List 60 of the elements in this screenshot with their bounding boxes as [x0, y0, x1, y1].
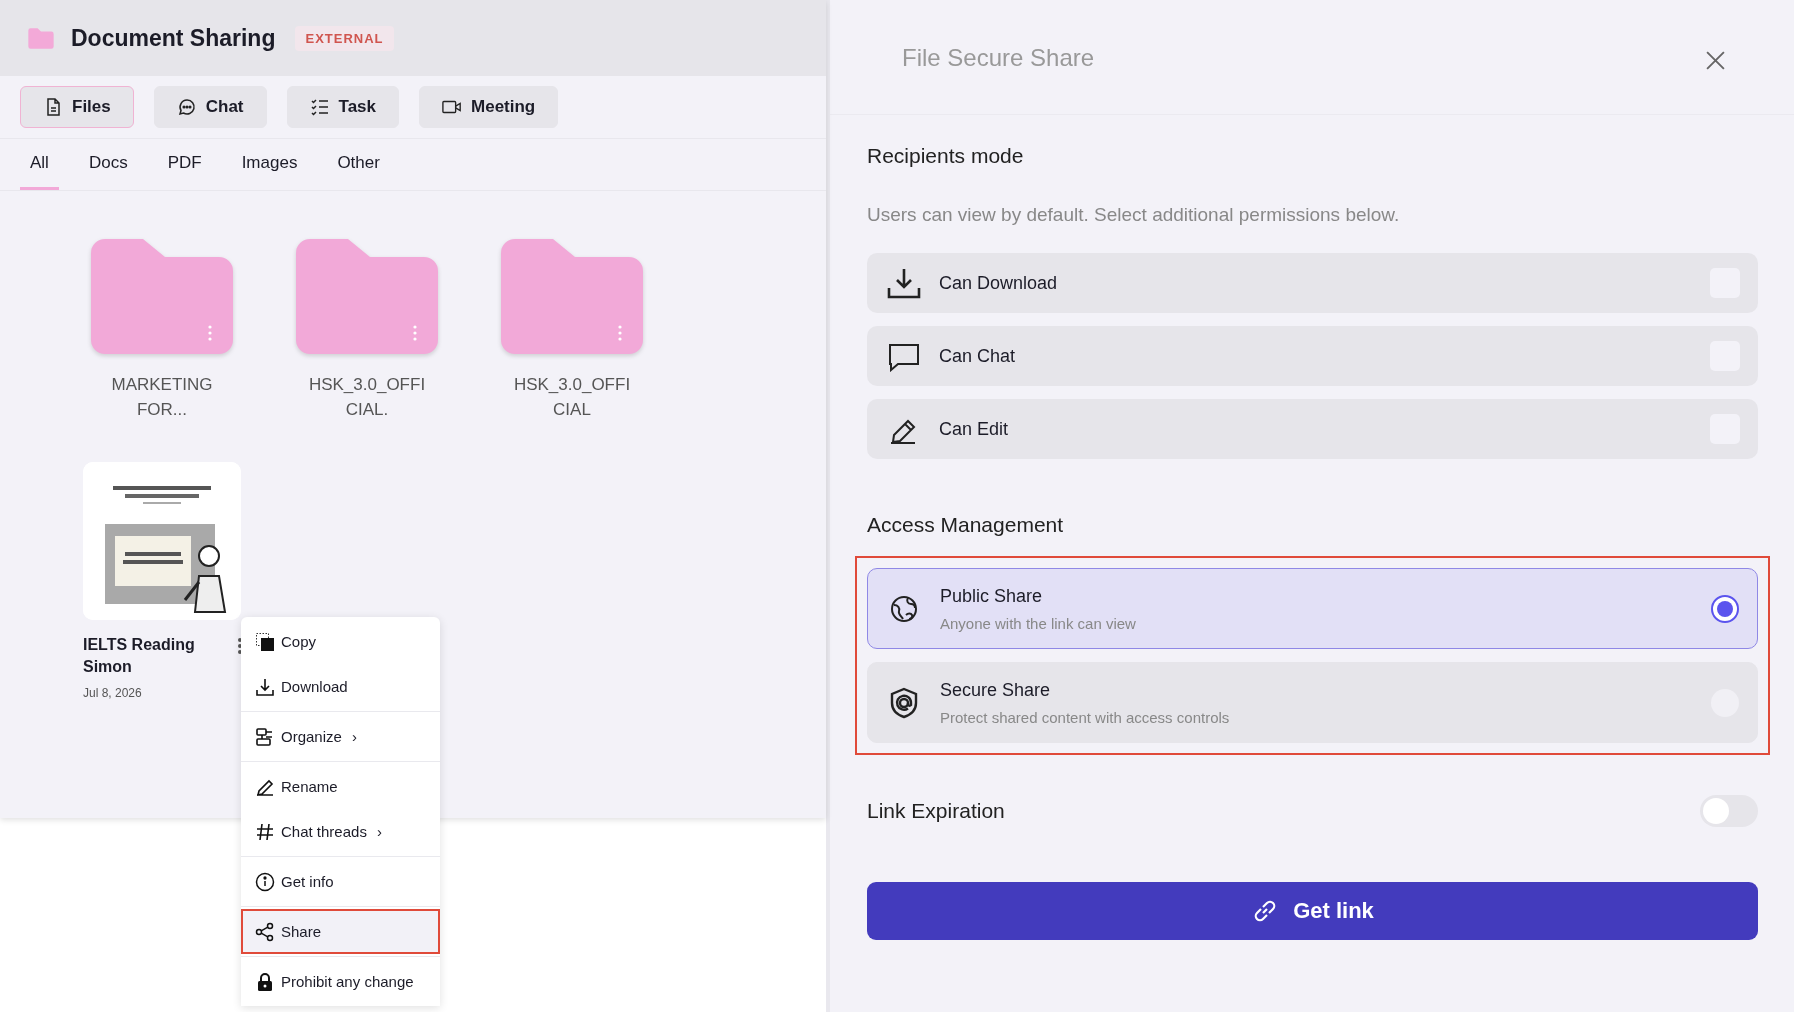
permission-row[interactable]: Can Edit: [867, 399, 1758, 459]
menu-item[interactable]: Share: [241, 909, 440, 954]
share-option[interactable]: Public Share Anyone with the link can view: [867, 568, 1758, 649]
panel-title: File Secure Share: [902, 44, 1095, 72]
option-subtitle: Anyone with the link can view: [940, 614, 1137, 632]
section-description: Users can view by default. Select additional permissions below.: [867, 204, 1401, 226]
filter-tab[interactable]: Docs: [78, 149, 138, 190]
tab[interactable]: Meeting: [419, 86, 559, 128]
menu-item[interactable]: Get info: [241, 859, 440, 904]
share-option[interactable]: Secure Share Protect shared content with access controls: [867, 662, 1758, 743]
file-name: IELTS Reading Simon: [83, 635, 196, 677]
info-icon: [255, 871, 275, 892]
toggle-switch[interactable]: [1700, 795, 1758, 827]
external-badge: EXTERNAL: [295, 25, 394, 51]
chat-bubble-icon: [176, 97, 197, 117]
menu-item[interactable]: Prohibit any change: [241, 959, 440, 1004]
hash-icon: [255, 821, 275, 842]
permission-label: Can Chat: [939, 345, 1017, 367]
share-icon: [255, 921, 275, 942]
filter-tab[interactable]: PDF: [157, 149, 212, 190]
filter-tab[interactable]: Other: [327, 149, 390, 190]
get-link-button[interactable]: Get link: [867, 882, 1758, 940]
option-title: Public Share: [940, 585, 1044, 607]
radio-button[interactable]: [1711, 594, 1739, 623]
page-title: Document Sharing: [71, 24, 276, 52]
permission-label: Can Download: [939, 272, 1059, 294]
folder-icon[interactable]: [91, 239, 233, 354]
option-subtitle: Protect shared content with access controls: [940, 708, 1231, 726]
permission-row[interactable]: Can Chat: [867, 326, 1758, 386]
section-heading: Link Expiration: [867, 799, 1005, 823]
copy-icon: [255, 631, 275, 652]
shield-icon: [888, 686, 920, 719]
menu-item[interactable]: Organize ›: [241, 714, 440, 759]
menu-item[interactable]: Chat threads ›: [241, 809, 440, 854]
download-icon: [255, 676, 275, 697]
section-heading: Access Management: [867, 513, 1065, 537]
file-date: Jul 8, 2026: [83, 686, 143, 700]
permission-label: Can Edit: [939, 418, 1010, 440]
lock-icon: [255, 971, 275, 992]
filter-tab[interactable]: Images: [231, 149, 308, 190]
menu-item[interactable]: Download: [241, 664, 440, 709]
tab[interactable]: Task: [286, 86, 400, 128]
folder-icon[interactable]: [501, 239, 643, 354]
folder-name: MARKETING FOR...: [110, 374, 214, 421]
tab[interactable]: Chat: [153, 86, 267, 128]
menu-item[interactable]: Rename: [241, 764, 440, 809]
filter-tab[interactable]: All: [20, 149, 59, 190]
folder-name: HSK_3.0_OFFI CIAL.: [307, 374, 427, 421]
folder-icon: [27, 26, 55, 50]
organize-icon: [255, 726, 275, 747]
folder-icon[interactable]: [296, 239, 438, 354]
folder-name: HSK_3.0_OFFI CIAL: [512, 374, 632, 421]
tab[interactable]: Files: [20, 86, 134, 128]
option-title: Secure Share: [940, 679, 1052, 701]
close-icon[interactable]: [1705, 50, 1726, 71]
section-heading: Recipients mode: [867, 144, 1025, 168]
checklist-icon: [309, 97, 330, 117]
menu-item[interactable]: Copy: [241, 619, 440, 664]
permission-row[interactable]: Can Download: [867, 253, 1758, 313]
download-icon: [887, 267, 921, 299]
